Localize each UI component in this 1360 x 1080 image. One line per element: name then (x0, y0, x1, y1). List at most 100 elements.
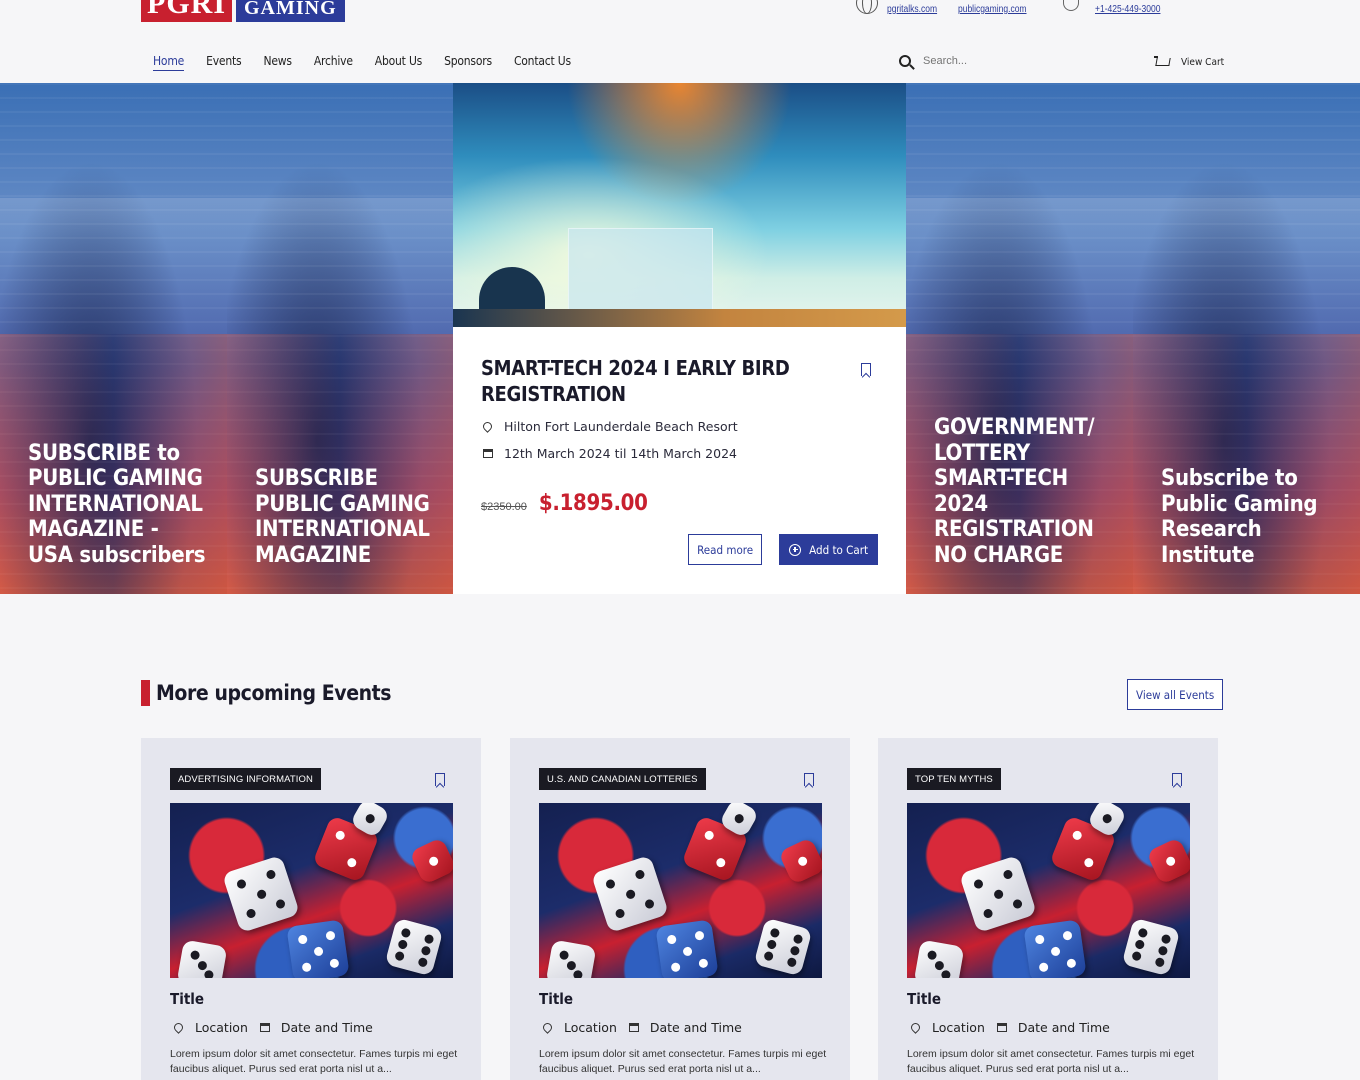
section-accent-bar (141, 680, 150, 706)
event-category-tag: ADVERTISING INFORMATION (170, 768, 321, 790)
featured-event-dates: 12th March 2024 til 14th March 2024 (481, 446, 878, 461)
nav-about-us[interactable]: About Us (375, 54, 422, 71)
event-description: Lorem ipsum dolor sit amet consectetur. … (907, 1048, 1195, 1075)
location-pin-icon (481, 420, 494, 433)
hero-tile-subscribe-research[interactable]: Subscribe to Public Gaming Research Inst… (1133, 83, 1360, 594)
featured-event-body: SMART-TECH 2024 I EARLY BIRD REGISTRATIO… (453, 327, 906, 594)
event-image (539, 803, 822, 978)
dice-illustration (176, 939, 228, 978)
contact-links: pgritalks.com publicgaming.com +1-425-44… (856, 0, 1184, 18)
event-datetime: Date and Time (1017, 1020, 1110, 1035)
featured-dates-text: 12th March 2024 til 14th March 2024 (504, 446, 737, 461)
hero-tile-subscribe-magazine[interactable]: SUBSCRIBE PUBLIC GAMING INTERNATIONAL MA… (227, 83, 453, 594)
event-card[interactable]: ADVERTISING INFORMATION Title Location D… (141, 738, 481, 1080)
view-all-events-button[interactable]: View all Events (1127, 679, 1224, 710)
logo-gaming-text: GAMING (236, 0, 345, 22)
event-description: Lorem ipsum dolor sit amet consectetur. … (170, 1048, 458, 1075)
event-description: Lorem ipsum dolor sit amet consectetur. … (539, 1048, 827, 1075)
dice-illustration (913, 939, 965, 978)
event-meta: Location Date and Time (172, 1020, 373, 1035)
search-input[interactable] (923, 55, 1123, 67)
featured-event-card: SMART-TECH 2024 I EARLY BIRD REGISTRATIO… (453, 83, 906, 594)
view-cart-link[interactable]: View Cart (1154, 56, 1224, 69)
featured-event-image (453, 83, 906, 327)
calendar-icon (259, 1023, 270, 1032)
dice-illustration (286, 919, 350, 978)
dice-illustration (1023, 919, 1087, 978)
calendar-icon (483, 449, 493, 458)
dice-illustration (753, 917, 813, 977)
view-cart-label: View Cart (1181, 57, 1225, 68)
upcoming-events-heading: More upcoming Events (141, 680, 392, 706)
cart-icon (1154, 56, 1170, 69)
hero-tile-text: SUBSCRIBE to PUBLIC GAMING INTERNATIONAL… (28, 440, 206, 568)
nav-news[interactable]: News (263, 54, 292, 71)
dice-illustration (545, 939, 597, 978)
featured-price: $2350.00 $.1895.00 (481, 491, 878, 516)
event-meta: Location Date and Time (909, 1020, 1110, 1035)
plus-circle-icon (789, 543, 802, 556)
hero-carousel: SUBSCRIBE to PUBLIC GAMING INTERNATIONAL… (0, 83, 1360, 594)
event-title: Title (539, 990, 574, 1008)
read-more-button[interactable]: Read more (688, 534, 763, 565)
dice-illustration (1146, 837, 1190, 885)
event-card[interactable]: U.S. AND CANADIAN LOTTERIES Title Locati… (510, 738, 850, 1080)
calendar-icon (996, 1023, 1007, 1032)
phone-icon (1062, 0, 1079, 11)
link-publicgaming[interactable]: publicgaming.com (958, 4, 1027, 15)
event-title: Title (170, 990, 205, 1008)
event-image (907, 803, 1190, 978)
pgri-logo[interactable]: PGRI GAMING (141, 0, 345, 22)
dice-illustration (590, 854, 670, 934)
add-to-cart-label: Add to Cart (809, 542, 868, 557)
event-datetime: Date and Time (649, 1020, 742, 1035)
event-location: Location (932, 1020, 985, 1035)
logo-pgri-text: PGRI (141, 0, 232, 22)
hero-tile-text: SUBSCRIBE PUBLIC GAMING INTERNATIONAL MA… (255, 466, 430, 568)
nav-sponsors[interactable]: Sponsors (444, 54, 492, 71)
location-pin-icon (172, 1021, 185, 1034)
event-meta: Location Date and Time (541, 1020, 742, 1035)
price-original: $2350.00 (481, 501, 527, 513)
section-title: More upcoming Events (156, 681, 392, 705)
link-pgritalks[interactable]: pgritalks.com (887, 4, 937, 15)
location-pin-icon (541, 1021, 554, 1034)
link-phone[interactable]: +1-425-449-3000 (1095, 4, 1160, 15)
featured-location-text: Hilton Fort Launderdale Beach Resort (504, 419, 738, 434)
dice-illustration (778, 837, 822, 885)
calendar-icon (628, 1023, 639, 1032)
event-location: Location (195, 1020, 248, 1035)
nav-contact-us[interactable]: Contact Us (514, 54, 571, 71)
nav-archive[interactable]: Archive (314, 54, 353, 71)
event-category-tag: U.S. AND CANADIAN LOTTERIES (539, 768, 706, 790)
hero-tile-government-registration[interactable]: GOVERNMENT/ LOTTERY SMART-TECH 2024 REGI… (906, 83, 1133, 594)
add-to-cart-button[interactable]: Add to Cart (779, 534, 878, 565)
bookmark-icon[interactable] (804, 773, 814, 786)
dice-illustration (958, 854, 1038, 934)
dice-illustration (1121, 917, 1181, 977)
hero-tile-subscribe-usa[interactable]: SUBSCRIBE to PUBLIC GAMING INTERNATIONAL… (0, 83, 227, 594)
event-datetime: Date and Time (280, 1020, 373, 1035)
nav-events[interactable]: Events (206, 54, 242, 71)
bookmark-icon[interactable] (1172, 773, 1182, 786)
event-image (170, 803, 453, 978)
event-location: Location (564, 1020, 617, 1035)
search-box (899, 55, 1123, 67)
location-pin-icon (909, 1021, 922, 1034)
bookmark-icon[interactable] (861, 363, 871, 376)
search-icon[interactable] (899, 55, 911, 67)
dice-illustration (221, 854, 301, 934)
featured-actions: Read more Add to Cart (688, 534, 878, 565)
price-discounted: $.1895.00 (538, 491, 648, 516)
event-category-tag: TOP TEN MYTHS (907, 768, 1001, 790)
dice-illustration (409, 837, 453, 885)
hero-tile-text: GOVERNMENT/ LOTTERY SMART-TECH 2024 REGI… (934, 415, 1095, 568)
event-card[interactable]: TOP TEN MYTHS Title Location Date and Ti… (878, 738, 1218, 1080)
top-bar: PGRI GAMING pgritalks.com publicgaming.c… (0, 0, 1360, 30)
main-nav: Home Events News Archive About Us Sponso… (153, 54, 593, 71)
bookmark-icon[interactable] (435, 773, 445, 786)
dice-illustration (655, 919, 719, 978)
nav-home[interactable]: Home (153, 54, 184, 71)
featured-event-location: Hilton Fort Launderdale Beach Resort (481, 419, 878, 434)
dice-illustration (384, 917, 444, 977)
